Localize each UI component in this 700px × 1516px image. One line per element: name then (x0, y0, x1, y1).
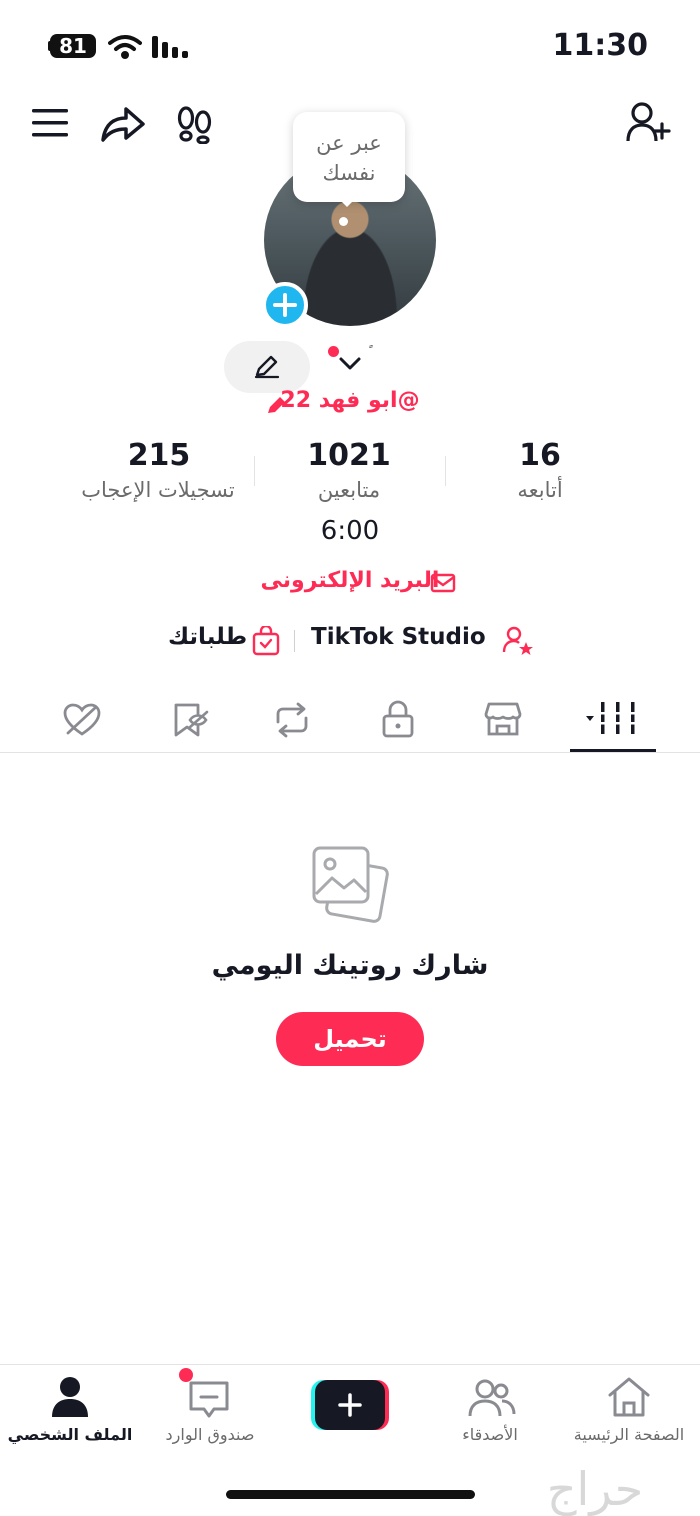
followers-count[interactable]: 1021 (254, 438, 444, 473)
footprints-icon[interactable] (176, 104, 214, 144)
plus-icon (273, 293, 297, 317)
home-icon[interactable] (607, 1376, 651, 1418)
bio-prompt-bubble[interactable]: عبر عن نفسك (293, 112, 405, 202)
orders-link[interactable]: طلباتك (168, 624, 247, 650)
nav-inbox-label[interactable]: صندوق الوارد (140, 1425, 280, 1444)
signal-icon (152, 34, 190, 58)
favorites-hidden-icon[interactable] (172, 702, 210, 738)
edit-profile-button[interactable] (224, 341, 310, 393)
pencil-icon (254, 355, 280, 379)
profile-filled-icon[interactable] (50, 1376, 90, 1418)
likes-label: تسجيلات الإعجاب (81, 478, 235, 502)
liked-hidden-icon[interactable] (62, 702, 102, 738)
watermark-logo: حراج (546, 1462, 644, 1516)
upload-button[interactable]: تحميل (276, 1012, 424, 1066)
plus-icon (338, 1393, 362, 1417)
videos-grid-icon[interactable] (584, 700, 642, 738)
status-time: 11:30 (552, 28, 649, 63)
username[interactable]: @ابو فهد 22 (210, 388, 490, 413)
tabs-divider (0, 752, 700, 753)
nav-profile-label[interactable]: الملف الشخصي (0, 1425, 140, 1444)
home-indicator[interactable] (226, 1490, 475, 1499)
mail-icon (430, 573, 456, 593)
wifi-icon (108, 34, 142, 60)
active-tab-indicator (570, 749, 656, 752)
menu-icon[interactable] (32, 106, 70, 140)
chevron-down-icon[interactable] (338, 356, 362, 372)
add-avatar-button[interactable] (262, 282, 308, 328)
share-icon[interactable] (100, 104, 146, 144)
likes-count[interactable]: 215 (64, 438, 254, 473)
bottom-nav-divider (0, 1364, 700, 1365)
tiktok-studio-link[interactable]: TikTok Studio (311, 624, 486, 650)
inbox-notification-dot (179, 1368, 193, 1382)
photos-icon (308, 842, 392, 926)
nav-friends-label[interactable]: الأصدقاء (420, 1425, 560, 1444)
bubble-dot (339, 217, 348, 226)
friends-icon[interactable] (468, 1378, 516, 1418)
inbox-icon[interactable] (188, 1380, 230, 1420)
bubble-pointer (336, 196, 358, 207)
link-divider (294, 630, 295, 652)
battery-indicator: 81 (50, 34, 96, 58)
following-label: أتابعه (517, 478, 563, 502)
nav-home-label[interactable]: الصفحة الرئيسية (559, 1425, 699, 1444)
add-friend-icon[interactable] (626, 102, 672, 144)
profile-bio: 6:00 (320, 516, 380, 546)
creator-star-icon (502, 626, 534, 656)
empty-state-title: شارك روتينك اليومي (211, 950, 489, 981)
edit-name-icon[interactable] (266, 395, 288, 415)
shopping-bag-icon (252, 626, 280, 656)
following-count[interactable]: 16 (445, 438, 635, 473)
content-tabs (0, 690, 700, 752)
lock-icon[interactable] (381, 700, 415, 738)
followers-label: متابعين (317, 478, 381, 502)
repost-icon[interactable] (272, 702, 312, 738)
shop-icon[interactable] (484, 700, 522, 738)
email-label[interactable]: البريد الإلكترونى (261, 568, 440, 593)
